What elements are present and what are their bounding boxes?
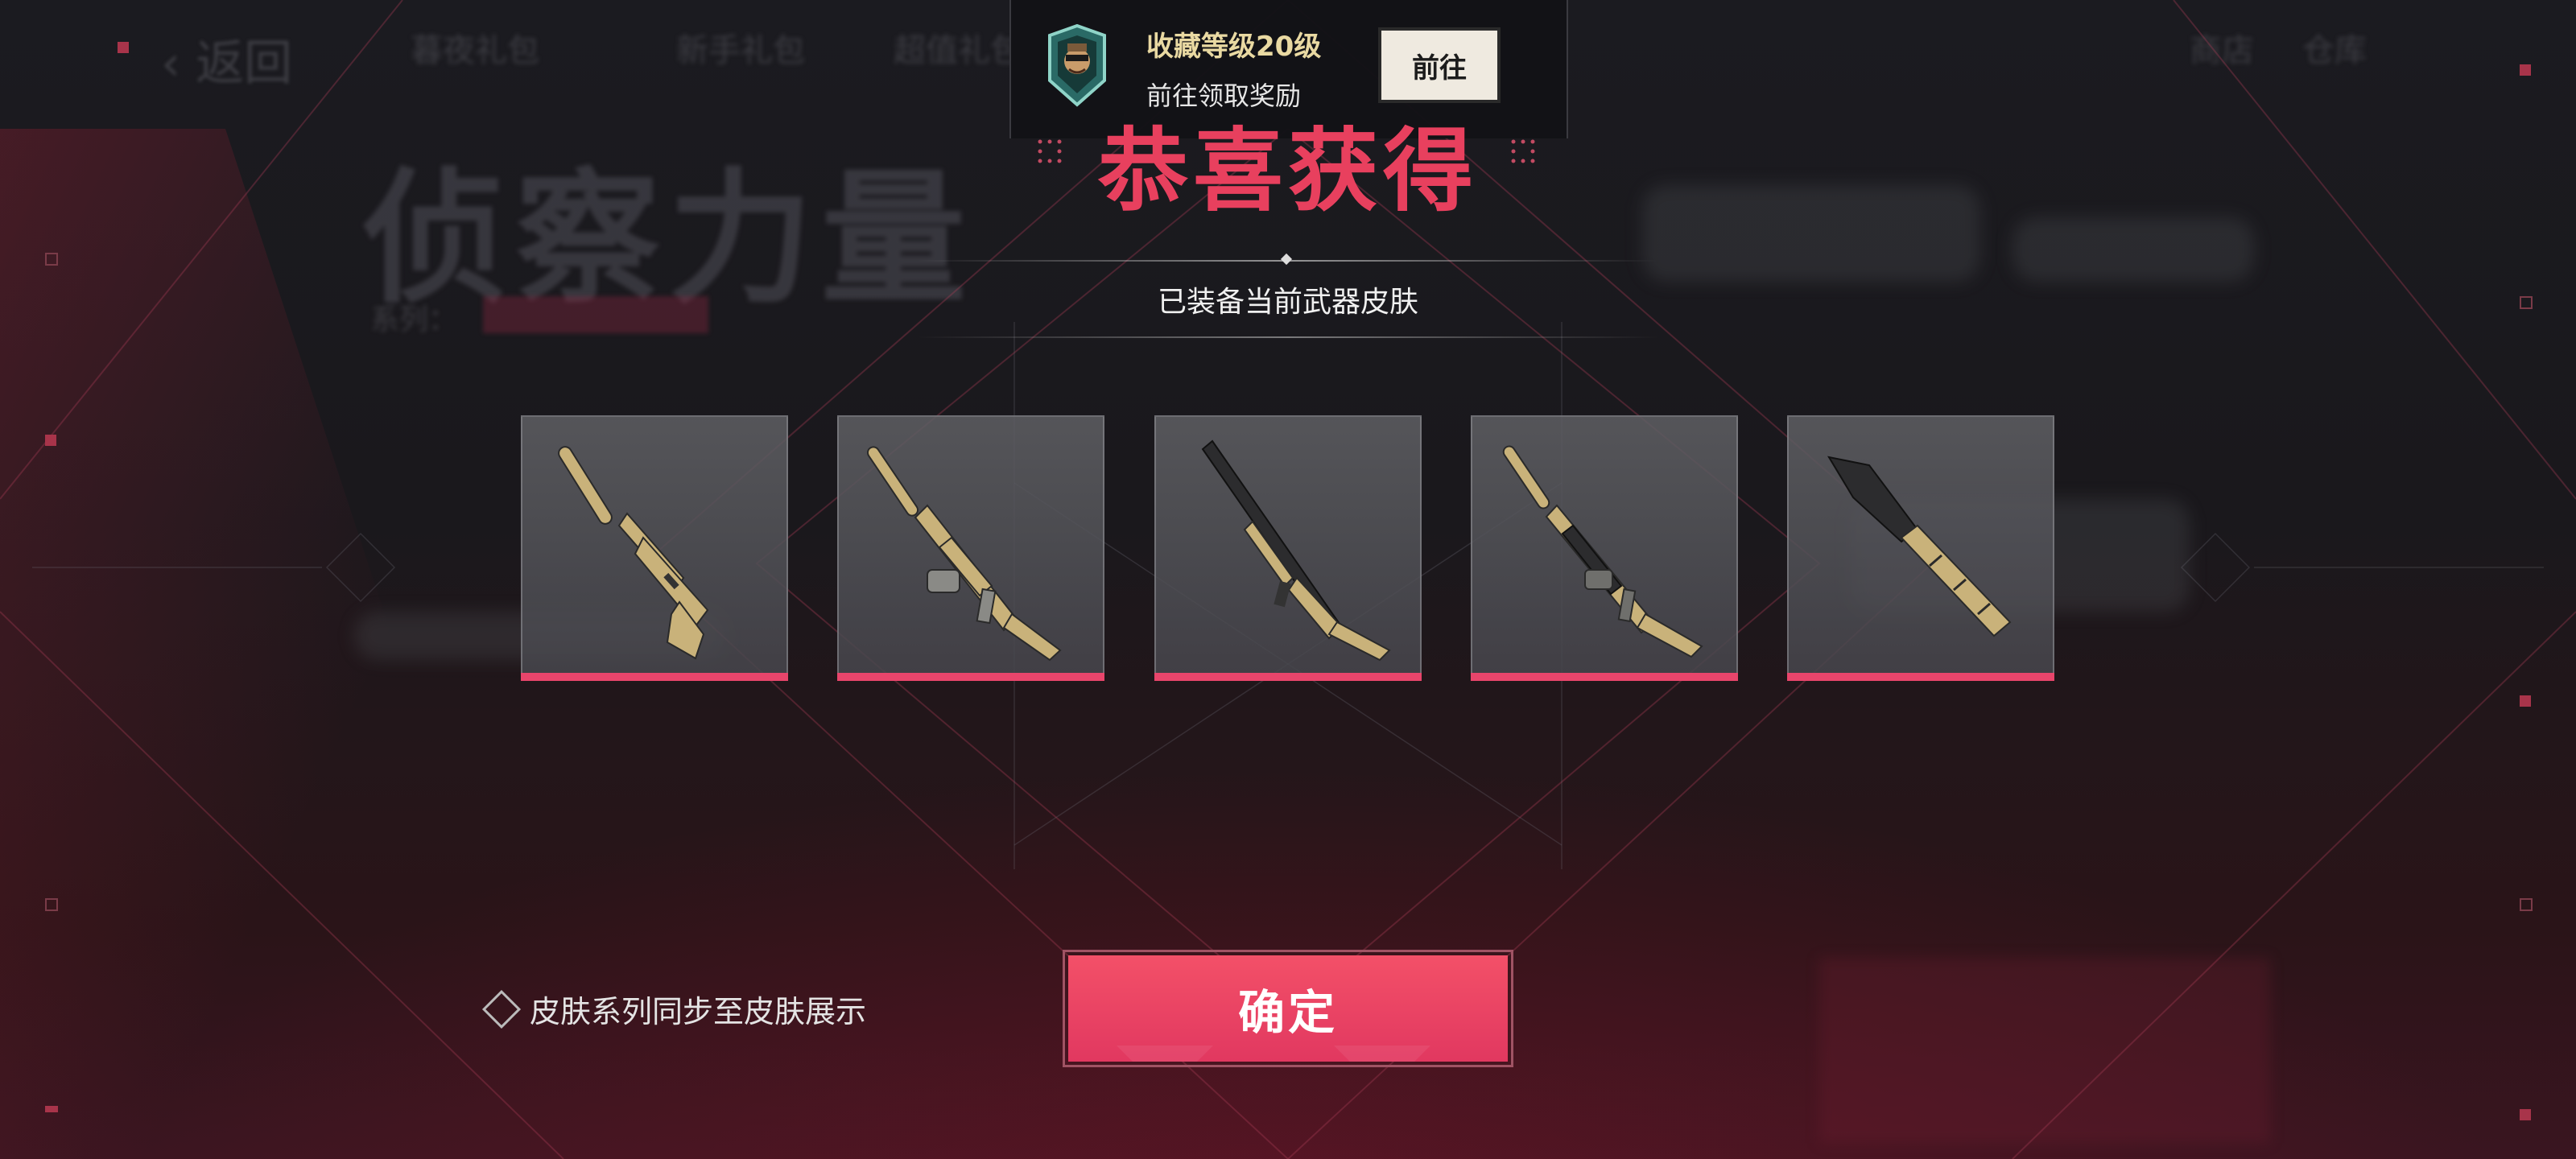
confirm-button-face: 确定 [1068, 955, 1508, 1062]
reward-title: 恭喜获得 [1098, 119, 1478, 224]
reward-items [521, 415, 2054, 681]
rarity-bar [1154, 673, 1422, 681]
confirm-label: 确定 [1237, 985, 1338, 1040]
rarity-bar [837, 673, 1104, 681]
deco-square [45, 898, 58, 911]
deco-square [45, 1106, 58, 1112]
reward-subtitle: 已装备当前武器皮肤 [1157, 286, 1418, 319]
divider-bottom [918, 336, 1658, 338]
confirm-button[interactable]: 确定 [1063, 950, 1513, 1067]
goto-button[interactable]: 前往 [1378, 27, 1501, 103]
reward-item-assault-rifle[interactable] [1471, 415, 1738, 681]
deco-square [2520, 1109, 2531, 1120]
deco-square [2520, 296, 2533, 309]
sync-series-toggle[interactable]: 皮肤系列同步至皮肤展示 [481, 987, 867, 1031]
confirm-deco-triangle [1334, 1046, 1430, 1062]
deco-square [45, 435, 56, 446]
reward-item-smg[interactable] [837, 415, 1104, 681]
suppressed-smg-icon [866, 446, 1062, 662]
sync-series-label: 皮肤系列同步至皮肤展示 [530, 994, 867, 1029]
tactical-knife-icon [1827, 456, 2012, 637]
confirm-deco-triangle [1117, 1046, 1213, 1062]
deco-square [118, 42, 129, 53]
sync-checkbox[interactable] [481, 989, 522, 1029]
suppressed-pistol-icon [558, 446, 709, 660]
deco-square [2520, 898, 2533, 911]
marksman-rifle-icon [1201, 439, 1391, 662]
reward-item-pistol[interactable] [521, 415, 788, 681]
reward-item-knife[interactable] [1787, 415, 2054, 681]
assault-rifle-icon [1502, 445, 1703, 658]
rarity-bar [1471, 673, 1738, 681]
rarity-bar [1787, 673, 2054, 681]
deco-square [2520, 695, 2531, 707]
collection-level-text: 收藏等级20级 [1146, 31, 1322, 63]
deco-square [2520, 64, 2531, 76]
rarity-bar [521, 673, 788, 681]
deco-square [45, 253, 58, 266]
reward-item-rifle[interactable] [1154, 415, 1422, 681]
collection-badge-icon [1048, 24, 1106, 107]
